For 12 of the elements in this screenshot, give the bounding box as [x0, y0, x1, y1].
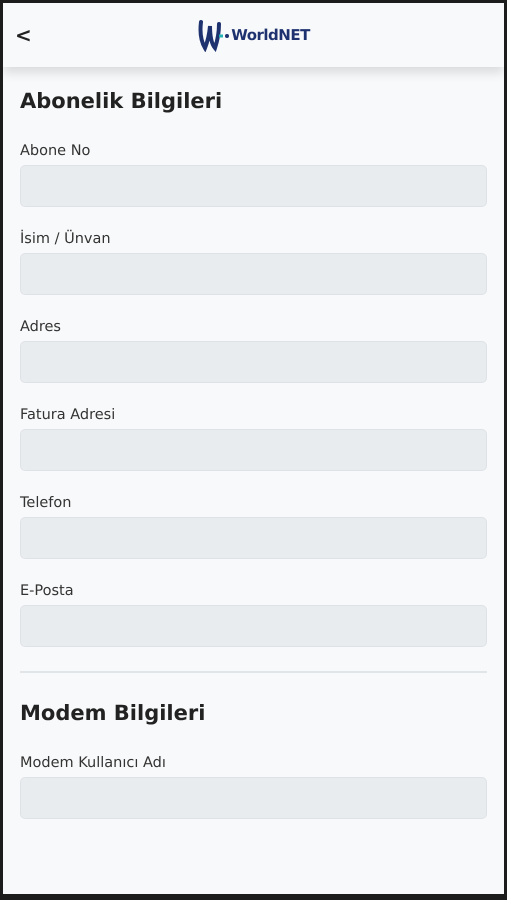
field-label: Adres	[20, 319, 62, 335]
field-label: Fatura Adresi	[20, 407, 116, 423]
section-title: Modem Bilgileri	[20, 700, 206, 727]
field-label: Modem Kullanıcı Adı	[20, 755, 167, 771]
logo-text: WorldNET	[231, 26, 310, 44]
logo-icon	[197, 18, 230, 52]
back-button[interactable]: <	[11, 23, 36, 47]
field-label: İsim / Ünvan	[20, 231, 112, 247]
field-label: Telefon	[20, 495, 72, 511]
field-label: Abone No	[20, 143, 92, 159]
field-label: E-Posta	[20, 583, 75, 599]
section-title: Abonelik Bilgileri	[20, 88, 224, 115]
